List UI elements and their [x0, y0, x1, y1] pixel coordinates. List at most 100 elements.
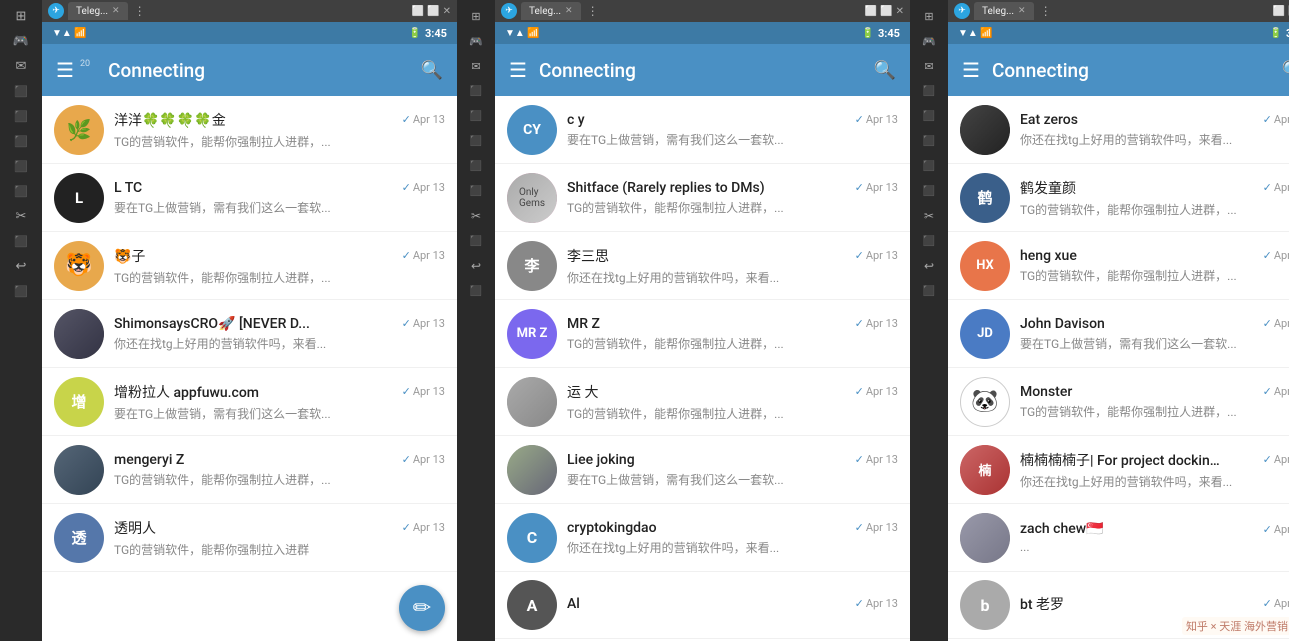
mid-icon-10[interactable]: ⬛: [461, 279, 491, 303]
mid2-icon-10[interactable]: ⬛: [914, 279, 944, 303]
mid2-icon-6[interactable]: ⬛: [914, 129, 944, 153]
minimize-icon-3[interactable]: ⬜: [1273, 6, 1285, 17]
chat-item[interactable]: ShimonsaysCRO🚀 [NEVER D... ✓ Apr 13 你还在找…: [42, 300, 457, 368]
mid2-icon-reply[interactable]: ↩: [914, 254, 944, 278]
toolbar-icon-4[interactable]: ⬛: [5, 154, 37, 178]
chat-item[interactable]: 楠 楠楠楠楠子| For project dockin... ✓ Apr 13 …: [948, 436, 1289, 504]
search-icon-3[interactable]: 🔍: [1282, 60, 1289, 81]
toolbar-icon-grid[interactable]: ⊞: [5, 4, 37, 28]
chat-item[interactable]: C cryptokingdao ✓ Apr 13 你还在找tg上好用的营销软件吗…: [495, 504, 910, 572]
chat-item[interactable]: b bt 老罗 ✓ Apr 13: [948, 572, 1289, 639]
chat-name: 楠楠楠楠子| For project dockin...: [1020, 450, 1220, 470]
chat-item[interactable]: zach chew🇸🇬 ✓ Apr 13 ...: [948, 504, 1289, 572]
chat-item[interactable]: mengeryi Z ✓ Apr 13 TG的营销软件，能帮你强制拉人进群，..…: [42, 436, 457, 504]
mid2-icon-5[interactable]: ⬛: [914, 104, 944, 128]
chat-preview: TG的营销软件，能帮你强制拉人进群，...: [1020, 403, 1289, 420]
chat-item[interactable]: HX heng xue ✓ Apr 13 TG的营销软件，能帮你强制拉人进群，.…: [948, 232, 1289, 300]
toolbar-icon-3[interactable]: ⬛: [5, 129, 37, 153]
chat-item[interactable]: OnlyGems Shitface (Rarely replies to DMs…: [495, 164, 910, 232]
browser-more-3[interactable]: ⋮: [1040, 4, 1052, 18]
mid2-icon-scissors[interactable]: ✂: [914, 204, 944, 228]
mid-icon-scissors[interactable]: ✂: [461, 204, 491, 228]
toolbar-icon-1[interactable]: ⬛: [5, 79, 37, 103]
mid-icon-6[interactable]: ⬛: [461, 129, 491, 153]
browser-tab-2[interactable]: Teleg... ✕: [521, 2, 581, 20]
search-icon-1[interactable]: 🔍: [421, 60, 443, 81]
browser-more-2[interactable]: ⋮: [587, 4, 599, 18]
avatar: [54, 309, 104, 359]
tab-label-3: Teleg...: [982, 6, 1014, 17]
chat-item[interactable]: 🌿 洋洋🍀🍀🍀🍀金 ✓ Apr 13 TG的营销软件，能帮你强制拉人进群，...: [42, 96, 457, 164]
chat-name: cryptokingdao: [567, 520, 657, 536]
avatar: A: [507, 580, 557, 630]
chat-item[interactable]: JD John Davison ✓ Apr 13 要在TG上做营销，需有我们这么…: [948, 300, 1289, 368]
chat-item[interactable]: CY c y ✓ Apr 13 要在TG上做营销，需有我们这么一套软...: [495, 96, 910, 164]
chat-item[interactable]: L L TC ✓ Apr 13 要在TG上做营销，需有我们这么一套软...: [42, 164, 457, 232]
toolbar-icon-5[interactable]: ⬛: [5, 179, 37, 203]
close-btn-2[interactable]: ✕: [896, 6, 904, 17]
tab-close-1[interactable]: ✕: [112, 6, 120, 16]
chat-name: mengeryi Z: [114, 452, 184, 468]
toolbar-icon-6[interactable]: ⬛: [5, 229, 37, 253]
chat-date: Apr 13: [1274, 597, 1289, 610]
chat-item[interactable]: A Al ✓ Apr 13: [495, 572, 910, 639]
menu-icon-3[interactable]: ☰: [962, 58, 980, 82]
tab-close-2[interactable]: ✕: [565, 6, 573, 16]
chat-item[interactable]: 运 大 ✓ Apr 13 TG的营销软件，能帮你强制拉人进群，...: [495, 368, 910, 436]
mid-icon-3[interactable]: ✉: [461, 54, 491, 78]
chat-date: Apr 13: [866, 249, 898, 262]
mid2-icon-8[interactable]: ⬛: [914, 179, 944, 203]
chat-item[interactable]: 🐼 Monster ✓ Apr 13 TG的营销软件，能帮你强制拉人进群，...: [948, 368, 1289, 436]
mid-icon-7[interactable]: ⬛: [461, 154, 491, 178]
chat-item[interactable]: 李 李三思 ✓ Apr 13 你还在找tg上好用的营销软件吗，来看...: [495, 232, 910, 300]
fab-button-1[interactable]: ✏: [399, 585, 445, 631]
browser-tab-1[interactable]: Teleg... ✕: [68, 2, 128, 20]
chat-preview: 你还在找tg上好用的营销软件吗，来看...: [567, 269, 898, 286]
chat-item[interactable]: 🐯 🐯子 ✓ Apr 13 TG的营销软件，能帮你强制拉人进群，...: [42, 232, 457, 300]
chat-item[interactable]: Liee joking ✓ Apr 13 要在TG上做营销，需有我们这么一套软.…: [495, 436, 910, 504]
chat-preview: 要在TG上做营销，需有我们这么一套软...: [567, 131, 898, 148]
search-icon-2[interactable]: 🔍: [874, 60, 896, 81]
mid-icon-4[interactable]: ⬛: [461, 79, 491, 103]
chat-date: Apr 13: [1274, 523, 1289, 536]
mid-icon-2[interactable]: 🎮: [461, 29, 491, 53]
chat-item[interactable]: 鹤 鹤发童颜 ✓ Apr 13 TG的营销软件，能帮你强制拉人进群，...: [948, 164, 1289, 232]
browser-tab-3[interactable]: Teleg... ✕: [974, 2, 1034, 20]
minimize-icon-2[interactable]: ⬜: [865, 6, 877, 17]
mid2-icon-2[interactable]: 🎮: [914, 29, 944, 53]
toolbar-icon-7[interactable]: ⬛: [5, 279, 37, 303]
toolbar-icon-mail[interactable]: ✉: [5, 54, 37, 78]
browser-more-1[interactable]: ⋮: [134, 4, 146, 18]
chat-date: Apr 13: [866, 597, 898, 610]
mid2-icon-9[interactable]: ⬛: [914, 229, 944, 253]
maximize-icon-1[interactable]: ⬜: [427, 6, 439, 17]
toolbar-icon-game[interactable]: 🎮: [5, 29, 37, 53]
minimize-icon-1[interactable]: ⬜: [412, 6, 424, 17]
mid2-icon-7[interactable]: ⬛: [914, 154, 944, 178]
mid-icon-reply[interactable]: ↩: [461, 254, 491, 278]
status-right-2: 🔋 3:45: [862, 27, 901, 40]
maximize-icon-2[interactable]: ⬜: [880, 6, 892, 17]
chat-item[interactable]: MR Z MR Z ✓ Apr 13 TG的营销软件，能帮你强制拉人进群，...: [495, 300, 910, 368]
mid2-icon-1[interactable]: ⊞: [914, 4, 944, 28]
toolbar-icon-2[interactable]: ⬛: [5, 104, 37, 128]
tab-close-3[interactable]: ✕: [1018, 6, 1026, 16]
mid-icon-1[interactable]: ⊞: [461, 4, 491, 28]
status-left-1: ▼▲ 📶: [52, 28, 87, 39]
mid2-icon-4[interactable]: ⬛: [914, 79, 944, 103]
mid-icon-5[interactable]: ⬛: [461, 104, 491, 128]
chat-item[interactable]: 增 增粉拉人 appfuwu.com ✓ Apr 13 要在TG上做营销，需有我…: [42, 368, 457, 436]
menu-icon-2[interactable]: ☰: [509, 58, 527, 82]
chat-list-2: CY c y ✓ Apr 13 要在TG上做营销，需有我们这么一套软... On…: [495, 96, 910, 641]
avatar: 李: [507, 241, 557, 291]
toolbar-icon-reply[interactable]: ↩: [5, 254, 37, 278]
chat-preview: TG的营销软件，能帮你强制拉人进群，...: [567, 199, 898, 216]
mid-icon-9[interactable]: ⬛: [461, 229, 491, 253]
toolbar-icon-scissors[interactable]: ✂: [5, 204, 37, 228]
menu-icon-1[interactable]: ☰: [56, 58, 74, 82]
mid2-icon-3[interactable]: ✉: [914, 54, 944, 78]
chat-item[interactable]: 透 透明人 ✓ Apr 13 TG的营销软件，能帮你强制拉入进群: [42, 504, 457, 572]
close-btn-1[interactable]: ✕: [443, 6, 451, 17]
mid-icon-8[interactable]: ⬛: [461, 179, 491, 203]
chat-item[interactable]: Eat zeros ✓ Apr 13 你还在找tg上好用的营销软件吗，来看...: [948, 96, 1289, 164]
